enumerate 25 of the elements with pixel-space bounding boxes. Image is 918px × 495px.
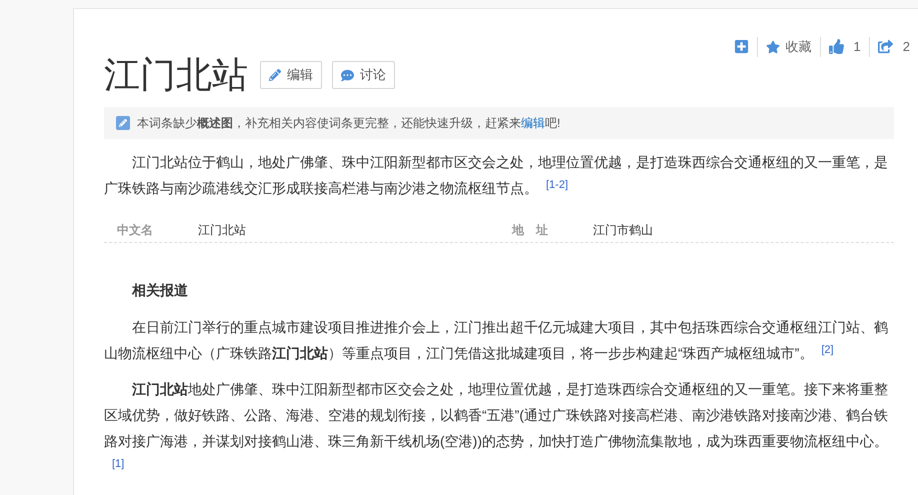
pencil-icon	[116, 116, 130, 130]
comment-icon	[341, 68, 354, 82]
count-text: 2	[902, 38, 910, 56]
info-value: 江门北站	[198, 222, 246, 238]
edit-button[interactable]: 编辑	[260, 61, 322, 89]
section-title: 相关报道	[130, 281, 189, 300]
reference-link[interactable]: [2]	[821, 344, 834, 356]
star-icon	[766, 40, 780, 54]
reference-link[interactable]: [1-2]	[546, 178, 568, 190]
page-title: 江门北站	[104, 53, 248, 97]
favorite-link[interactable]: 收藏	[786, 37, 812, 56]
edit-link[interactable]: 编辑	[521, 116, 545, 130]
pencil-icon	[269, 69, 281, 81]
notice-text: 本词条缺少概述图，补充相关内容使词条更完整，还能快速升级，赶紧来编辑吧!	[137, 115, 560, 132]
share-icon	[878, 39, 893, 54]
info-label: 中文名	[116, 222, 154, 238]
summary-paragraph: 江门北站位于鹤山，地处广佛肇、珠中江阳新型都市区交会之处，地理位置优越，是打造珠西综合交通枢纽的又一重笔，是广珠铁路与南沙疏港线交汇形成联接高栏港与南沙港之物流枢纽节点。 $^{[1-2]}$	[104, 153, 889, 198]
info-label: 地 址	[510, 222, 549, 238]
body-paragraph: 在日前江门举行的重点城市建设项目推进推介会上，江门推出超千亿元城建大项目，其中包括珠西综合交通枢纽江门站、鹤山物流枢纽中心（广珠铁路江门北站）等重点项目，江门凭借这批城建项目，将一步步构建起“珠西产城枢纽城市”。 $^{[2]}$	[104, 318, 889, 363]
add-icon	[734, 39, 749, 54]
count-text: 1	[854, 38, 861, 56]
info-value: 江门市鹤山	[593, 222, 653, 238]
discuss-button[interactable]: 讨论	[332, 61, 395, 89]
thumbs-up-icon	[828, 39, 844, 54]
reference-link[interactable]: [1]	[112, 458, 124, 470]
